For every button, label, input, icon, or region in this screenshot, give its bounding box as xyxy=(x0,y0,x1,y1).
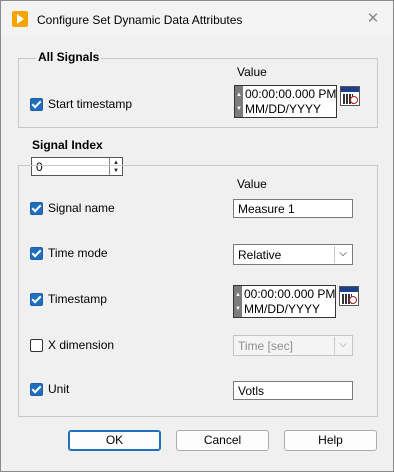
chevron-down-icon: ⌵ xyxy=(334,337,351,354)
time-mode-select[interactable]: Relative ⌵ xyxy=(233,244,353,265)
time-mode-label: Time mode xyxy=(48,246,108,260)
x-dimension-value: Time [sec] xyxy=(238,339,293,353)
time-mode-checkbox[interactable]: Time mode xyxy=(30,246,108,260)
checkbox-checked-icon xyxy=(30,382,43,396)
unit-field[interactable]: Votls xyxy=(233,381,353,400)
start-timestamp-label: Start timestamp xyxy=(48,97,133,111)
unit-label: Unit xyxy=(48,382,70,396)
signal-name-label: Signal name xyxy=(48,201,115,215)
x-dimension-checkbox[interactable]: X dimension xyxy=(30,338,114,352)
time-mode-value: Relative xyxy=(238,248,282,262)
start-timestamp-checkbox[interactable]: Start timestamp xyxy=(30,97,132,111)
checkbox-unchecked-icon xyxy=(30,338,43,352)
timestamp-spinner[interactable]: ▲ ▼ xyxy=(234,286,242,317)
signal-name-checkbox[interactable]: Signal name xyxy=(30,201,115,215)
help-button[interactable]: Help xyxy=(284,430,377,451)
signal-index-label: Signal Index xyxy=(30,138,105,152)
chevron-down-icon: ⌵ xyxy=(334,246,351,263)
start-timestamp-date: MM/DD/YYYY xyxy=(245,102,322,116)
title-bar[interactable]: Configure Set Dynamic Data Attributes ✕ xyxy=(1,1,393,37)
checkbox-checked-icon xyxy=(30,97,43,111)
timestamp-checkbox[interactable]: Timestamp xyxy=(30,292,107,306)
all-signals-value-header: Value xyxy=(237,65,267,79)
signal-name-field[interactable]: Measure 1 xyxy=(233,199,353,218)
dialog-title: Configure Set Dynamic Data Attributes xyxy=(37,13,243,27)
checkbox-checked-icon xyxy=(30,292,43,306)
x-dimension-label: X dimension xyxy=(48,338,115,352)
labview-run-icon xyxy=(12,11,28,27)
timestamp-label: Timestamp xyxy=(48,292,107,306)
ok-button[interactable]: OK xyxy=(68,430,161,451)
calendar-clock-icon[interactable] xyxy=(340,86,360,106)
x-dimension-select: Time [sec] ⌵ xyxy=(233,335,353,356)
start-timestamp-time: 00:00:00.000 PM xyxy=(245,87,337,101)
timestamp-date: MM/DD/YYYY xyxy=(244,302,321,316)
timestamp-spinner[interactable]: ▲ ▼ xyxy=(235,86,243,117)
all-signals-label: All Signals xyxy=(36,50,102,64)
checkbox-checked-icon xyxy=(30,201,43,215)
timestamp-control[interactable]: ▲ ▼ 00:00:00.000 PM MM/DD/YYYY xyxy=(233,285,336,318)
calendar-clock-icon[interactable] xyxy=(339,286,359,306)
unit-checkbox[interactable]: Unit xyxy=(30,382,69,396)
start-timestamp-control[interactable]: ▲ ▼ 00:00:00.000 PM MM/DD/YYYY xyxy=(234,85,337,118)
cancel-button[interactable]: Cancel xyxy=(176,430,269,451)
close-button[interactable]: ✕ xyxy=(353,1,393,37)
configure-dialog: Configure Set Dynamic Data Attributes ✕ … xyxy=(0,0,394,472)
checkbox-checked-icon xyxy=(30,246,43,260)
signal-value-header: Value xyxy=(237,177,267,191)
timestamp-time: 00:00:00.000 PM xyxy=(244,287,336,301)
